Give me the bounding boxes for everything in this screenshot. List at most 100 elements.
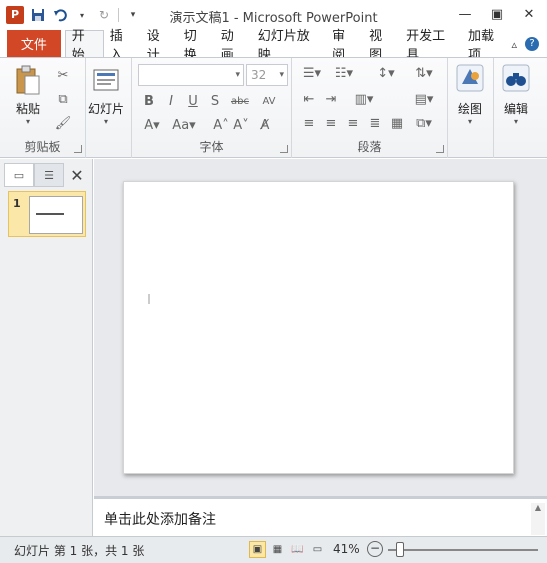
- help-icon[interactable]: ?: [525, 37, 540, 51]
- paragraph-launcher-icon[interactable]: [436, 145, 444, 153]
- slides-pane: ▭ ☰ ✕ 1: [0, 159, 93, 536]
- numbering-icon[interactable]: ☷▾: [332, 64, 356, 82]
- normal-view-icon[interactable]: ▣: [249, 541, 266, 558]
- tab-slides-thumbnails[interactable]: ▭: [4, 163, 34, 187]
- quick-access-toolbar: ▾ ↻ ▾: [30, 6, 141, 24]
- group-font: ▾ 32 ▾ B I U S abc AV A▾ Aa▾ A˄ A˅ A̸ 字体: [132, 58, 292, 158]
- tab-file[interactable]: 文件: [7, 30, 61, 57]
- tab-view[interactable]: 视图: [363, 29, 400, 63]
- format-painter-icon[interactable]: 🖌: [54, 114, 72, 132]
- slideshow-view-icon[interactable]: ▭: [309, 541, 326, 558]
- clear-formatting-icon[interactable]: A̸: [256, 116, 274, 134]
- slide-editor-area: [94, 159, 547, 496]
- text-direction-icon[interactable]: ⇅▾: [412, 64, 436, 82]
- slides-pane-tabs: ▭ ☰ ✕: [4, 163, 90, 187]
- bullets-icon[interactable]: ☰▾: [300, 64, 324, 82]
- tab-slideshow[interactable]: 幻灯片放映: [252, 29, 326, 63]
- minimize-icon[interactable]: —: [453, 4, 477, 24]
- tab-developer[interactable]: 开发工具: [400, 29, 462, 63]
- reading-view-icon[interactable]: 📖: [289, 541, 306, 558]
- slide-canvas[interactable]: [123, 181, 514, 474]
- zoom-out-icon[interactable]: −: [367, 541, 383, 557]
- notes-pane[interactable]: 单击此处添加备注 ▲: [94, 496, 547, 536]
- shapes-icon: [454, 62, 486, 94]
- slide-sorter-icon[interactable]: ▦: [269, 541, 286, 558]
- increase-indent-icon[interactable]: ⇥: [322, 90, 340, 108]
- undo-icon[interactable]: [52, 7, 68, 23]
- tab-animations[interactable]: 动画: [215, 29, 252, 63]
- font-color-icon[interactable]: A▾: [140, 116, 164, 134]
- columns-icon[interactable]: ▥▾: [352, 90, 376, 108]
- group-label-paragraph: 段落: [357, 140, 382, 154]
- undo-dropdown-icon[interactable]: ▾: [74, 7, 90, 23]
- slide-thumbnail-item[interactable]: 1: [8, 191, 86, 237]
- qat-separator: [118, 8, 119, 22]
- drawing-label: 绘图: [457, 102, 482, 116]
- smartart-icon[interactable]: ⧉▾: [412, 114, 436, 132]
- group-paragraph: ☰▾ ☷▾ ↕▾ ⇅▾ ⇤ ⇥ ▥▾ ▤▾ ≡ ≡ ≡ ≣ ▦ ⧉▾ 段落: [292, 58, 448, 158]
- customize-qat-icon[interactable]: ▾: [125, 7, 141, 23]
- close-pane-icon[interactable]: ✕: [64, 163, 90, 187]
- zoom-level[interactable]: 41%: [333, 542, 360, 556]
- align-center-icon[interactable]: ≡: [322, 114, 340, 132]
- redo-icon[interactable]: ↻: [96, 7, 112, 23]
- ribbon: 粘贴 ▾ ✂ ⧉ 🖌 剪贴板 幻灯片 ▾ ▾ 32 ▾ B I U S abc …: [0, 57, 547, 158]
- strikethrough-icon[interactable]: abc: [228, 92, 252, 110]
- justify-icon[interactable]: ≣: [366, 114, 384, 132]
- close-window-icon[interactable]: ✕: [517, 4, 541, 24]
- cut-icon[interactable]: ✂: [54, 66, 72, 84]
- line-spacing-icon[interactable]: ↕▾: [374, 64, 398, 82]
- save-icon[interactable]: [30, 7, 46, 23]
- tab-review[interactable]: 审阅: [326, 29, 363, 63]
- align-right-icon[interactable]: ≡: [344, 114, 362, 132]
- font-name-dropdown[interactable]: ▾: [138, 64, 244, 86]
- paste-button[interactable]: 粘贴 ▾: [12, 64, 44, 126]
- zoom-slider-thumb[interactable]: [396, 542, 404, 557]
- copy-icon[interactable]: ⧉: [54, 90, 72, 108]
- new-slide-dropdown-icon[interactable]: ▾: [104, 117, 108, 126]
- slide-thumbnail: [29, 196, 83, 234]
- bold-icon[interactable]: B: [140, 92, 158, 110]
- tab-home[interactable]: 开始: [64, 29, 104, 63]
- window-controls: — ▣ ✕: [453, 4, 541, 24]
- scroll-up-icon[interactable]: ▲: [531, 503, 545, 512]
- align-text-icon[interactable]: ▤▾: [412, 90, 436, 108]
- increase-font-icon[interactable]: A˄: [212, 116, 230, 134]
- font-size-dropdown[interactable]: 32 ▾: [246, 64, 288, 86]
- new-slide-label: 幻灯片: [88, 102, 125, 116]
- character-spacing-icon[interactable]: AV: [256, 92, 282, 110]
- restore-icon[interactable]: ▣: [485, 4, 509, 24]
- editing-dropdown-icon[interactable]: ▾: [514, 117, 518, 126]
- tab-transitions[interactable]: 切换: [178, 29, 215, 63]
- new-slide-button[interactable]: 幻灯片 ▾: [88, 64, 124, 126]
- group-slides: 幻灯片 ▾: [86, 58, 132, 158]
- drawing-dropdown-icon[interactable]: ▾: [468, 117, 472, 126]
- slide-info: 幻灯片 第 1 张，共 1 张: [14, 544, 145, 558]
- zoom-slider-track[interactable]: [388, 549, 538, 551]
- decrease-indent-icon[interactable]: ⇤: [300, 90, 318, 108]
- notes-scrollbar[interactable]: ▲: [531, 503, 545, 535]
- notes-placeholder: 单击此处添加备注: [104, 512, 216, 528]
- group-label-clipboard: 剪贴板: [24, 140, 61, 154]
- font-size-arrow-icon: ▾: [279, 70, 284, 80]
- shadow-icon[interactable]: S: [206, 92, 224, 110]
- clipboard-launcher-icon[interactable]: [74, 145, 82, 153]
- tab-insert[interactable]: 插入: [104, 29, 141, 63]
- decrease-font-icon[interactable]: A˅: [232, 116, 250, 134]
- tab-design[interactable]: 设计: [141, 29, 178, 63]
- editing-button[interactable]: 编辑 ▾: [500, 62, 532, 126]
- tab-outline[interactable]: ☰: [34, 163, 64, 187]
- powerpoint-logo-icon[interactable]: P: [6, 6, 24, 24]
- drawing-button[interactable]: 绘图 ▾: [454, 62, 486, 126]
- italic-icon[interactable]: I: [162, 92, 180, 110]
- ribbon-extra: ▵ ?: [512, 31, 547, 57]
- distributed-icon[interactable]: ▦: [388, 114, 406, 132]
- minimize-ribbon-icon[interactable]: ▵: [512, 38, 518, 51]
- align-left-icon[interactable]: ≡: [300, 114, 318, 132]
- paste-label: 粘贴: [15, 102, 40, 116]
- paste-dropdown-icon[interactable]: ▾: [26, 117, 30, 126]
- underline-icon[interactable]: U: [184, 92, 202, 110]
- tab-addins[interactable]: 加载项: [462, 29, 511, 63]
- font-launcher-icon[interactable]: [280, 145, 288, 153]
- change-case-icon[interactable]: Aa▾: [170, 116, 198, 134]
